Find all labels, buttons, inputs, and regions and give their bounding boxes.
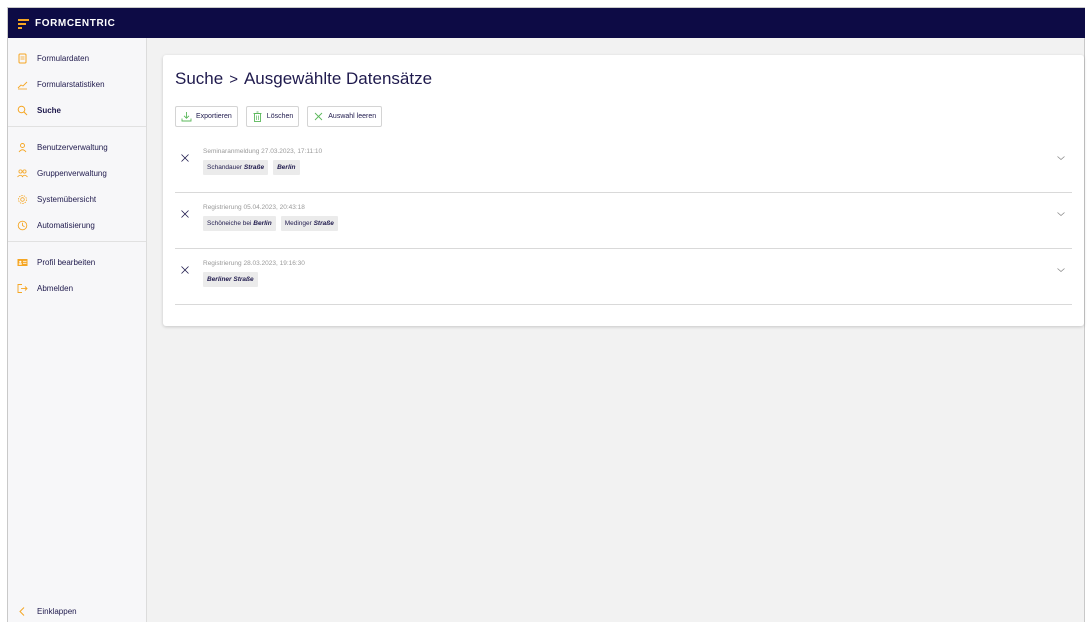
nav-group-forms: Formulardaten Formularstatistiken Suche <box>8 38 146 127</box>
record-tag: Schöneiche bei Berlin <box>203 216 276 231</box>
gear-icon <box>17 194 28 205</box>
record-tag: Berlin <box>273 160 300 175</box>
sidebar-item-label: Profil bearbeiten <box>37 257 96 267</box>
record-title: Seminaranmeldung 27.03.2023, 17:11:10 <box>203 148 323 155</box>
nav-group-profile: Profil bearbeiten Abmelden <box>8 242 146 304</box>
record-title: Registrierung 28.03.2023, 19:16:30 <box>203 260 305 267</box>
sidebar-item-gruppenverwaltung[interactable]: Gruppenverwaltung <box>8 160 146 186</box>
list-item: Registrierung 05.04.2023, 20:43:18 Schön… <box>175 193 1072 249</box>
clear-selection-label: Auswahl leeren <box>328 113 377 120</box>
record-tag: Schandauer Straße <box>203 160 269 175</box>
sidebar-item-label: Benutzerverwaltung <box>37 142 108 152</box>
sidebar-item-suche[interactable]: Suche <box>8 97 146 123</box>
sidebar-item-label: Gruppenverwaltung <box>37 168 107 178</box>
delete-label: Löschen <box>266 113 294 120</box>
breadcrumb-parent[interactable]: Suche <box>175 69 223 89</box>
trash-icon <box>252 111 263 122</box>
record-tags: Berliner Straße <box>203 272 258 287</box>
sidebar-item-benutzerverwaltung[interactable]: Benutzerverwaltung <box>8 134 146 160</box>
record-tag: Berliner Straße <box>203 272 258 287</box>
sidebar-item-label: Formularstatistiken <box>37 79 105 89</box>
record-tags: Schandauer Straße Berlin <box>203 160 300 175</box>
sidebar-item-formulardaten[interactable]: Formulardaten <box>8 45 146 71</box>
sidebar-item-label: Suche <box>37 105 62 115</box>
export-button[interactable]: Exportieren <box>175 106 238 127</box>
page-title: Ausgewählte Datensätze <box>243 69 433 88</box>
record-list: Seminaranmeldung 27.03.2023, 17:11:10 Sc… <box>175 137 1072 305</box>
toolbar: Exportieren Löschen Auswahl leeren <box>175 106 383 127</box>
search-icon <box>17 105 28 116</box>
remove-record-icon[interactable] <box>180 150 190 162</box>
sidebar-item-label: Formulardaten <box>37 53 90 63</box>
sidebar-item-profil-bearbeiten[interactable]: Profil bearbeiten <box>8 249 146 275</box>
app-window: FORMCENTRIC Formulardaten Formularstatis… <box>7 7 1085 622</box>
logout-icon <box>17 283 28 294</box>
list-item: Seminaranmeldung 27.03.2023, 17:11:10 Sc… <box>175 137 1072 193</box>
record-tag: Medinger Straße <box>280 216 338 231</box>
sidebar-item-label: Automatisierung <box>37 220 95 230</box>
chevron-down-icon[interactable] <box>1056 262 1066 273</box>
sidebar-item-automatisierung[interactable]: Automatisierung <box>8 212 146 238</box>
formcentric-logo-icon <box>18 18 29 29</box>
sidebar-item-systemuebersicht[interactable]: Systemübersicht <box>8 186 146 212</box>
chevron-down-icon[interactable] <box>1056 206 1066 217</box>
close-icon <box>313 111 324 122</box>
list-item: Registrierung 28.03.2023, 19:16:30 Berli… <box>175 249 1072 305</box>
sidebar-item-label: Abmelden <box>37 283 74 293</box>
download-icon <box>181 111 192 122</box>
collapse-sidebar-button[interactable]: Einklappen <box>17 606 77 617</box>
selected-records-card: Suche > Ausgewählte Datensätze Exportier… <box>163 55 1084 326</box>
breadcrumb: Suche > Ausgewählte Datensätze <box>175 69 432 89</box>
clear-selection-button[interactable]: Auswahl leeren <box>307 106 383 127</box>
collapse-label: Einklappen <box>37 607 77 616</box>
delete-button[interactable]: Löschen <box>245 106 300 127</box>
sidebar-item-formularstatistiken[interactable]: Formularstatistiken <box>8 71 146 97</box>
id-card-icon <box>17 257 28 268</box>
user-icon <box>17 142 28 153</box>
sidebar-item-label: Systemübersicht <box>37 194 97 204</box>
chevron-left-icon <box>17 606 28 617</box>
record-title: Registrierung 05.04.2023, 20:43:18 <box>203 204 305 211</box>
group-icon <box>17 168 28 179</box>
remove-record-icon[interactable] <box>180 262 190 274</box>
sidebar: Formulardaten Formularstatistiken Suche <box>8 38 147 622</box>
chevron-down-icon[interactable] <box>1056 150 1066 161</box>
top-bar: FORMCENTRIC <box>8 8 1085 38</box>
sidebar-item-abmelden[interactable]: Abmelden <box>8 275 146 301</box>
export-label: Exportieren <box>196 113 232 120</box>
document-icon <box>17 53 28 64</box>
clock-icon <box>17 220 28 231</box>
breadcrumb-separator-icon: > <box>229 70 238 88</box>
brand-name: FORMCENTRIC <box>35 17 116 29</box>
record-tags: Schöneiche bei Berlin Medinger Straße <box>203 216 338 231</box>
chart-line-icon <box>17 79 28 90</box>
remove-record-icon[interactable] <box>180 206 190 218</box>
nav-group-admin: Benutzerverwaltung Gruppenverwaltung Sys… <box>8 127 146 242</box>
